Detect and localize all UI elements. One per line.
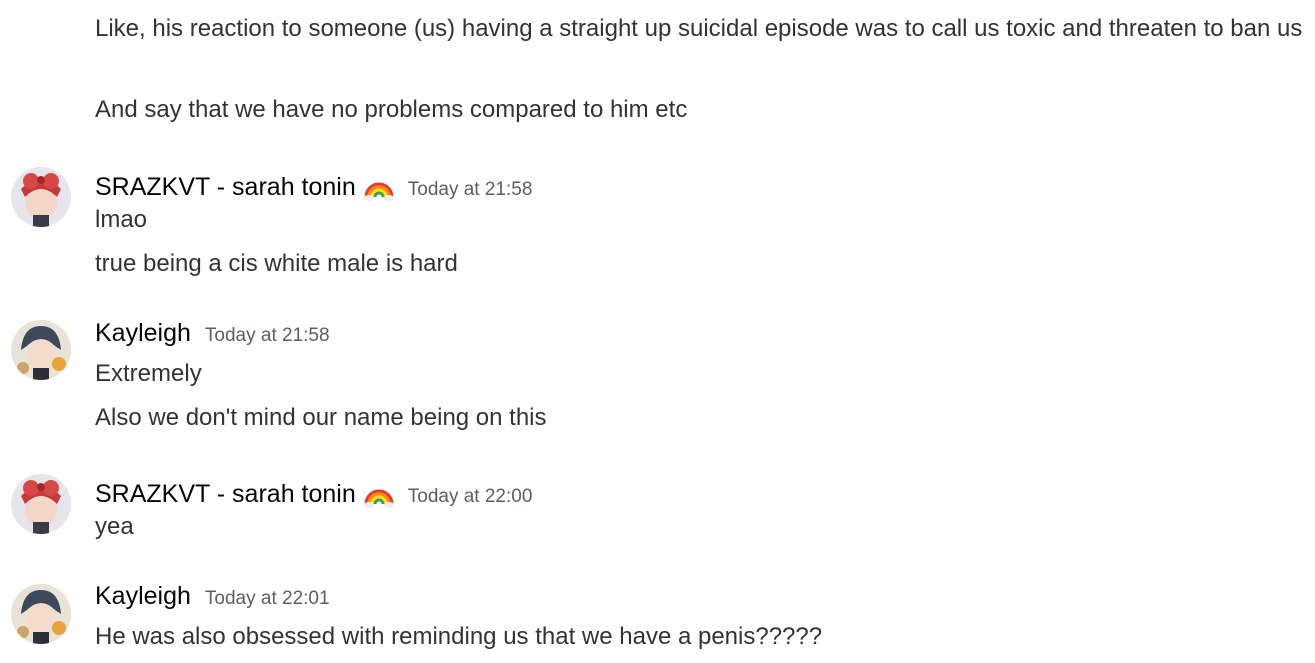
message-text: yea — [95, 513, 134, 540]
message-header: Kayleigh Today at 21:58 — [95, 319, 330, 351]
message-text: And say that we have no problems compare… — [95, 96, 688, 123]
avatar-image — [11, 167, 71, 227]
timestamp: Today at 22:00 — [407, 486, 533, 507]
avatar-image — [11, 584, 71, 644]
message-text: He was also obsessed with reminding us t… — [95, 623, 823, 650]
timestamp: Today at 21:58 — [204, 325, 330, 346]
avatar[interactable] — [11, 320, 71, 380]
avatar-image — [11, 320, 71, 380]
rainbow-emoji — [363, 478, 394, 508]
username[interactable]: SRAZKVT - sarah tonin — [95, 173, 356, 202]
message-header: SRAZKVT - sarah tonin Today at 22:00 — [95, 472, 532, 508]
avatar[interactable] — [11, 584, 71, 644]
avatar[interactable] — [11, 474, 71, 534]
username[interactable]: SRAZKVT - sarah tonin — [95, 480, 356, 509]
message-header: Kayleigh Today at 22:01 — [95, 582, 330, 614]
timestamp: Today at 21:58 — [407, 179, 533, 200]
timestamp: Today at 22:01 — [204, 588, 330, 609]
avatar[interactable] — [11, 167, 71, 227]
username[interactable]: Kayleigh — [95, 582, 191, 611]
message-header: SRAZKVT - sarah tonin Today at 21:58 — [95, 165, 532, 201]
message-text: Extremely — [95, 360, 202, 387]
message-text: lmao — [95, 206, 148, 233]
message-text: true being a cis white male is hard — [95, 250, 458, 277]
username[interactable]: Kayleigh — [95, 319, 191, 348]
rainbow-emoji — [363, 171, 394, 201]
avatar-image — [11, 474, 71, 534]
message-text: Like, his reaction to someone (us) havin… — [95, 15, 1303, 42]
message-text: Also we don't mind our name being on thi… — [95, 404, 547, 431]
